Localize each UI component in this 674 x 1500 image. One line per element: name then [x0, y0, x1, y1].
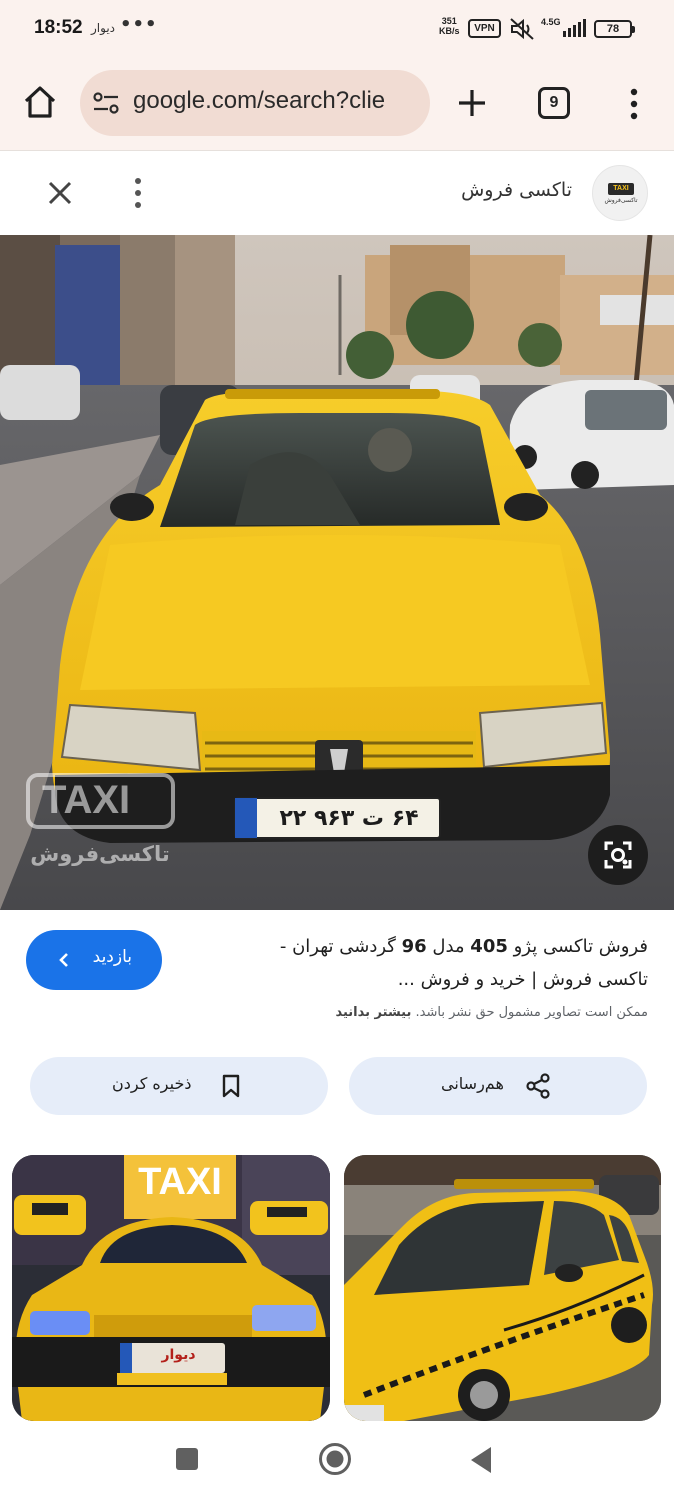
license-plate: ۶۴ ت ۹۶۳ ۲۲	[279, 806, 419, 831]
tab-switcher-button[interactable]: 9	[538, 87, 570, 119]
vpn-icon: VPN	[468, 19, 501, 38]
lens-icon	[604, 841, 632, 869]
title-text-2: مدل	[426, 936, 471, 957]
more-notifications-icon: •••	[120, 14, 158, 35]
copyright-text: ممکن است تصاویر مشمول حق نشر باشد.	[415, 1005, 648, 1020]
share-button-label: هم‌رسانی	[441, 1074, 504, 1093]
url-text: google.com/search?clie	[133, 87, 386, 114]
watermark-logo: TAXI	[42, 778, 131, 822]
recent-apps-icon[interactable]	[176, 1448, 198, 1470]
save-button[interactable]: ذخیره کردن	[30, 1057, 328, 1115]
save-button-label: ذخیره کردن	[112, 1074, 192, 1093]
learn-more-link[interactable]: بیشتر بدانید	[335, 1005, 411, 1020]
notification-app-label: دیوار	[91, 21, 116, 35]
title-text-1: فروش تاکسی پژو	[507, 936, 648, 957]
signal-icon	[563, 19, 586, 37]
speed-unit: KB/s	[439, 26, 460, 36]
title-bold-2: 96	[401, 936, 427, 957]
logo-taxi-text: TAXI	[608, 183, 634, 195]
related-image-1[interactable]: TAXI دیوار	[12, 1155, 330, 1421]
divar-plate-text: دیوار	[161, 1347, 196, 1363]
battery-icon: 78	[594, 20, 635, 38]
share-icon	[526, 1073, 550, 1099]
new-tab-icon[interactable]	[455, 86, 489, 120]
google-lens-button[interactable]	[588, 825, 648, 885]
result-title[interactable]: فروش تاکسی پژو 405 مدل 96 گردشی تهران - …	[192, 930, 648, 996]
logo-sub-text: تاکسی‌فروش	[604, 197, 638, 204]
site-logo[interactable]: TAXI تاکسی‌فروش	[592, 165, 648, 221]
mute-icon	[510, 18, 534, 40]
result-title-line1: فروش تاکسی پژو 405 مدل 96 گردشی تهران -	[192, 930, 648, 963]
visit-button[interactable]: بازدید	[26, 930, 162, 990]
site-settings-icon[interactable]	[92, 90, 120, 116]
title-text-3: گردشی تهران -	[279, 936, 402, 957]
speed-value: 351	[441, 16, 457, 26]
share-button[interactable]: هم‌رسانی	[349, 1057, 647, 1115]
home-icon[interactable]	[20, 82, 60, 122]
status-bar: 18:52 دیوار ••• 351 KB/s VPN 4.5G 78	[0, 0, 674, 58]
address-bar[interactable]: google.com/search?clie	[80, 70, 430, 136]
visit-button-label: بازدید	[92, 947, 132, 967]
status-time: 18:52	[34, 17, 83, 38]
image-viewer-header: تاکسی فروش TAXI تاکسی‌فروش	[0, 151, 674, 235]
main-image[interactable]: TAXI تاکسی‌فروش ۶۴ ت ۹۶۳ ۲۲	[0, 235, 674, 910]
watermark-text: تاکسی‌فروش	[30, 842, 170, 866]
browser-toolbar: google.com/search?clie 9	[0, 58, 674, 150]
bookmark-icon	[222, 1074, 240, 1098]
title-bold-1: 405	[470, 936, 508, 957]
network-speed: 351 KB/s	[439, 16, 460, 36]
nav-home-icon[interactable]	[318, 1442, 352, 1476]
network-type: 4.5G	[541, 17, 561, 27]
system-nav-bar	[0, 1421, 674, 1500]
related-image-2[interactable]	[344, 1155, 661, 1421]
chevron-left-icon	[59, 953, 68, 967]
result-title-line2: تاکسی فروش | خرید و فروش ...	[397, 969, 648, 990]
taxi-sign-text: TAXI	[138, 1161, 222, 1203]
back-icon[interactable]	[468, 1445, 494, 1475]
related-image-2-photo	[344, 1155, 661, 1421]
copyright-notice: ممکن است تصاویر مشمول حق نشر باشد. بیشتر…	[200, 1005, 648, 1020]
close-icon[interactable]	[40, 173, 80, 213]
more-options-icon[interactable]	[126, 173, 150, 213]
source-site-name[interactable]: تاکسی فروش	[400, 179, 572, 201]
browser-menu-icon[interactable]	[622, 84, 646, 124]
